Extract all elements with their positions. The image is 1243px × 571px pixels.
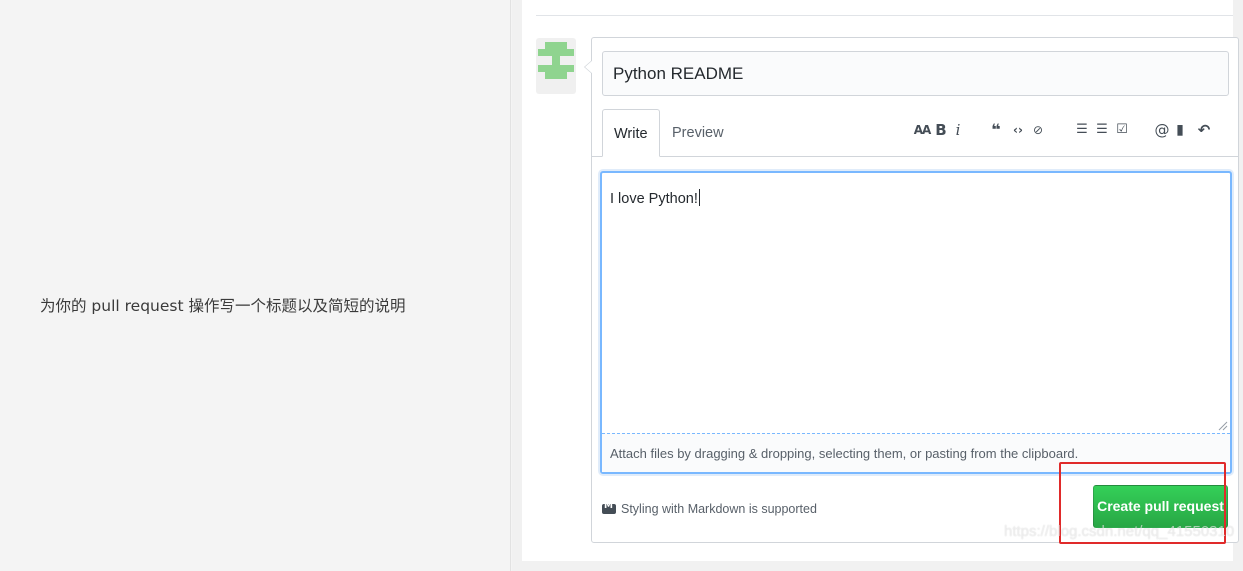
avatar[interactable] xyxy=(536,38,576,94)
divider xyxy=(536,15,1233,16)
task-list-icon[interactable]: ☑ xyxy=(1114,118,1130,142)
code-icon[interactable]: ‹› xyxy=(1010,118,1026,142)
watermark: https://blog.csdn.net/qq_41550310 xyxy=(1004,523,1235,540)
instruction-text: 为你的 pull request 操作写一个标题以及简短的说明 xyxy=(40,297,406,315)
quote-icon[interactable]: ❝ xyxy=(988,118,1004,142)
reference-icon[interactable]: ▮ xyxy=(1174,118,1186,142)
tab-write[interactable]: Write xyxy=(602,109,660,157)
mention-icon[interactable]: @ xyxy=(1154,118,1170,142)
reply-icon[interactable]: ↶ xyxy=(1192,118,1216,142)
markdown-icon xyxy=(602,501,616,514)
title-input[interactable]: Python README xyxy=(602,51,1229,96)
markdown-note[interactable]: Styling with Markdown is supported xyxy=(602,501,817,516)
text-caret xyxy=(698,189,700,206)
markdown-toolbar: AA B i ❝ ‹› ⊘ ☰ ☰ ☑ @ ▮ ↶ xyxy=(912,118,1232,142)
tab-preview[interactable]: Preview xyxy=(661,109,735,157)
bold-icon[interactable]: B xyxy=(934,118,948,142)
header-icon[interactable]: AA xyxy=(912,118,932,142)
unordered-list-icon[interactable]: ☰ xyxy=(1074,118,1090,142)
ordered-list-icon[interactable]: ☰ xyxy=(1094,118,1110,142)
instruction-panel: 为你的 pull request 操作写一个标题以及简短的说明 xyxy=(0,0,511,571)
markdown-note-label: Styling with Markdown is supported xyxy=(621,502,817,516)
link-icon[interactable]: ⊘ xyxy=(1030,118,1046,142)
body-text: I love Python! xyxy=(610,191,698,207)
italic-icon[interactable]: i xyxy=(952,118,964,142)
body-textarea[interactable]: I love Python! Attach files by dragging … xyxy=(600,171,1232,474)
resize-grip-icon[interactable] xyxy=(1218,421,1228,431)
body-text-wrapper: I love Python! xyxy=(610,189,700,207)
